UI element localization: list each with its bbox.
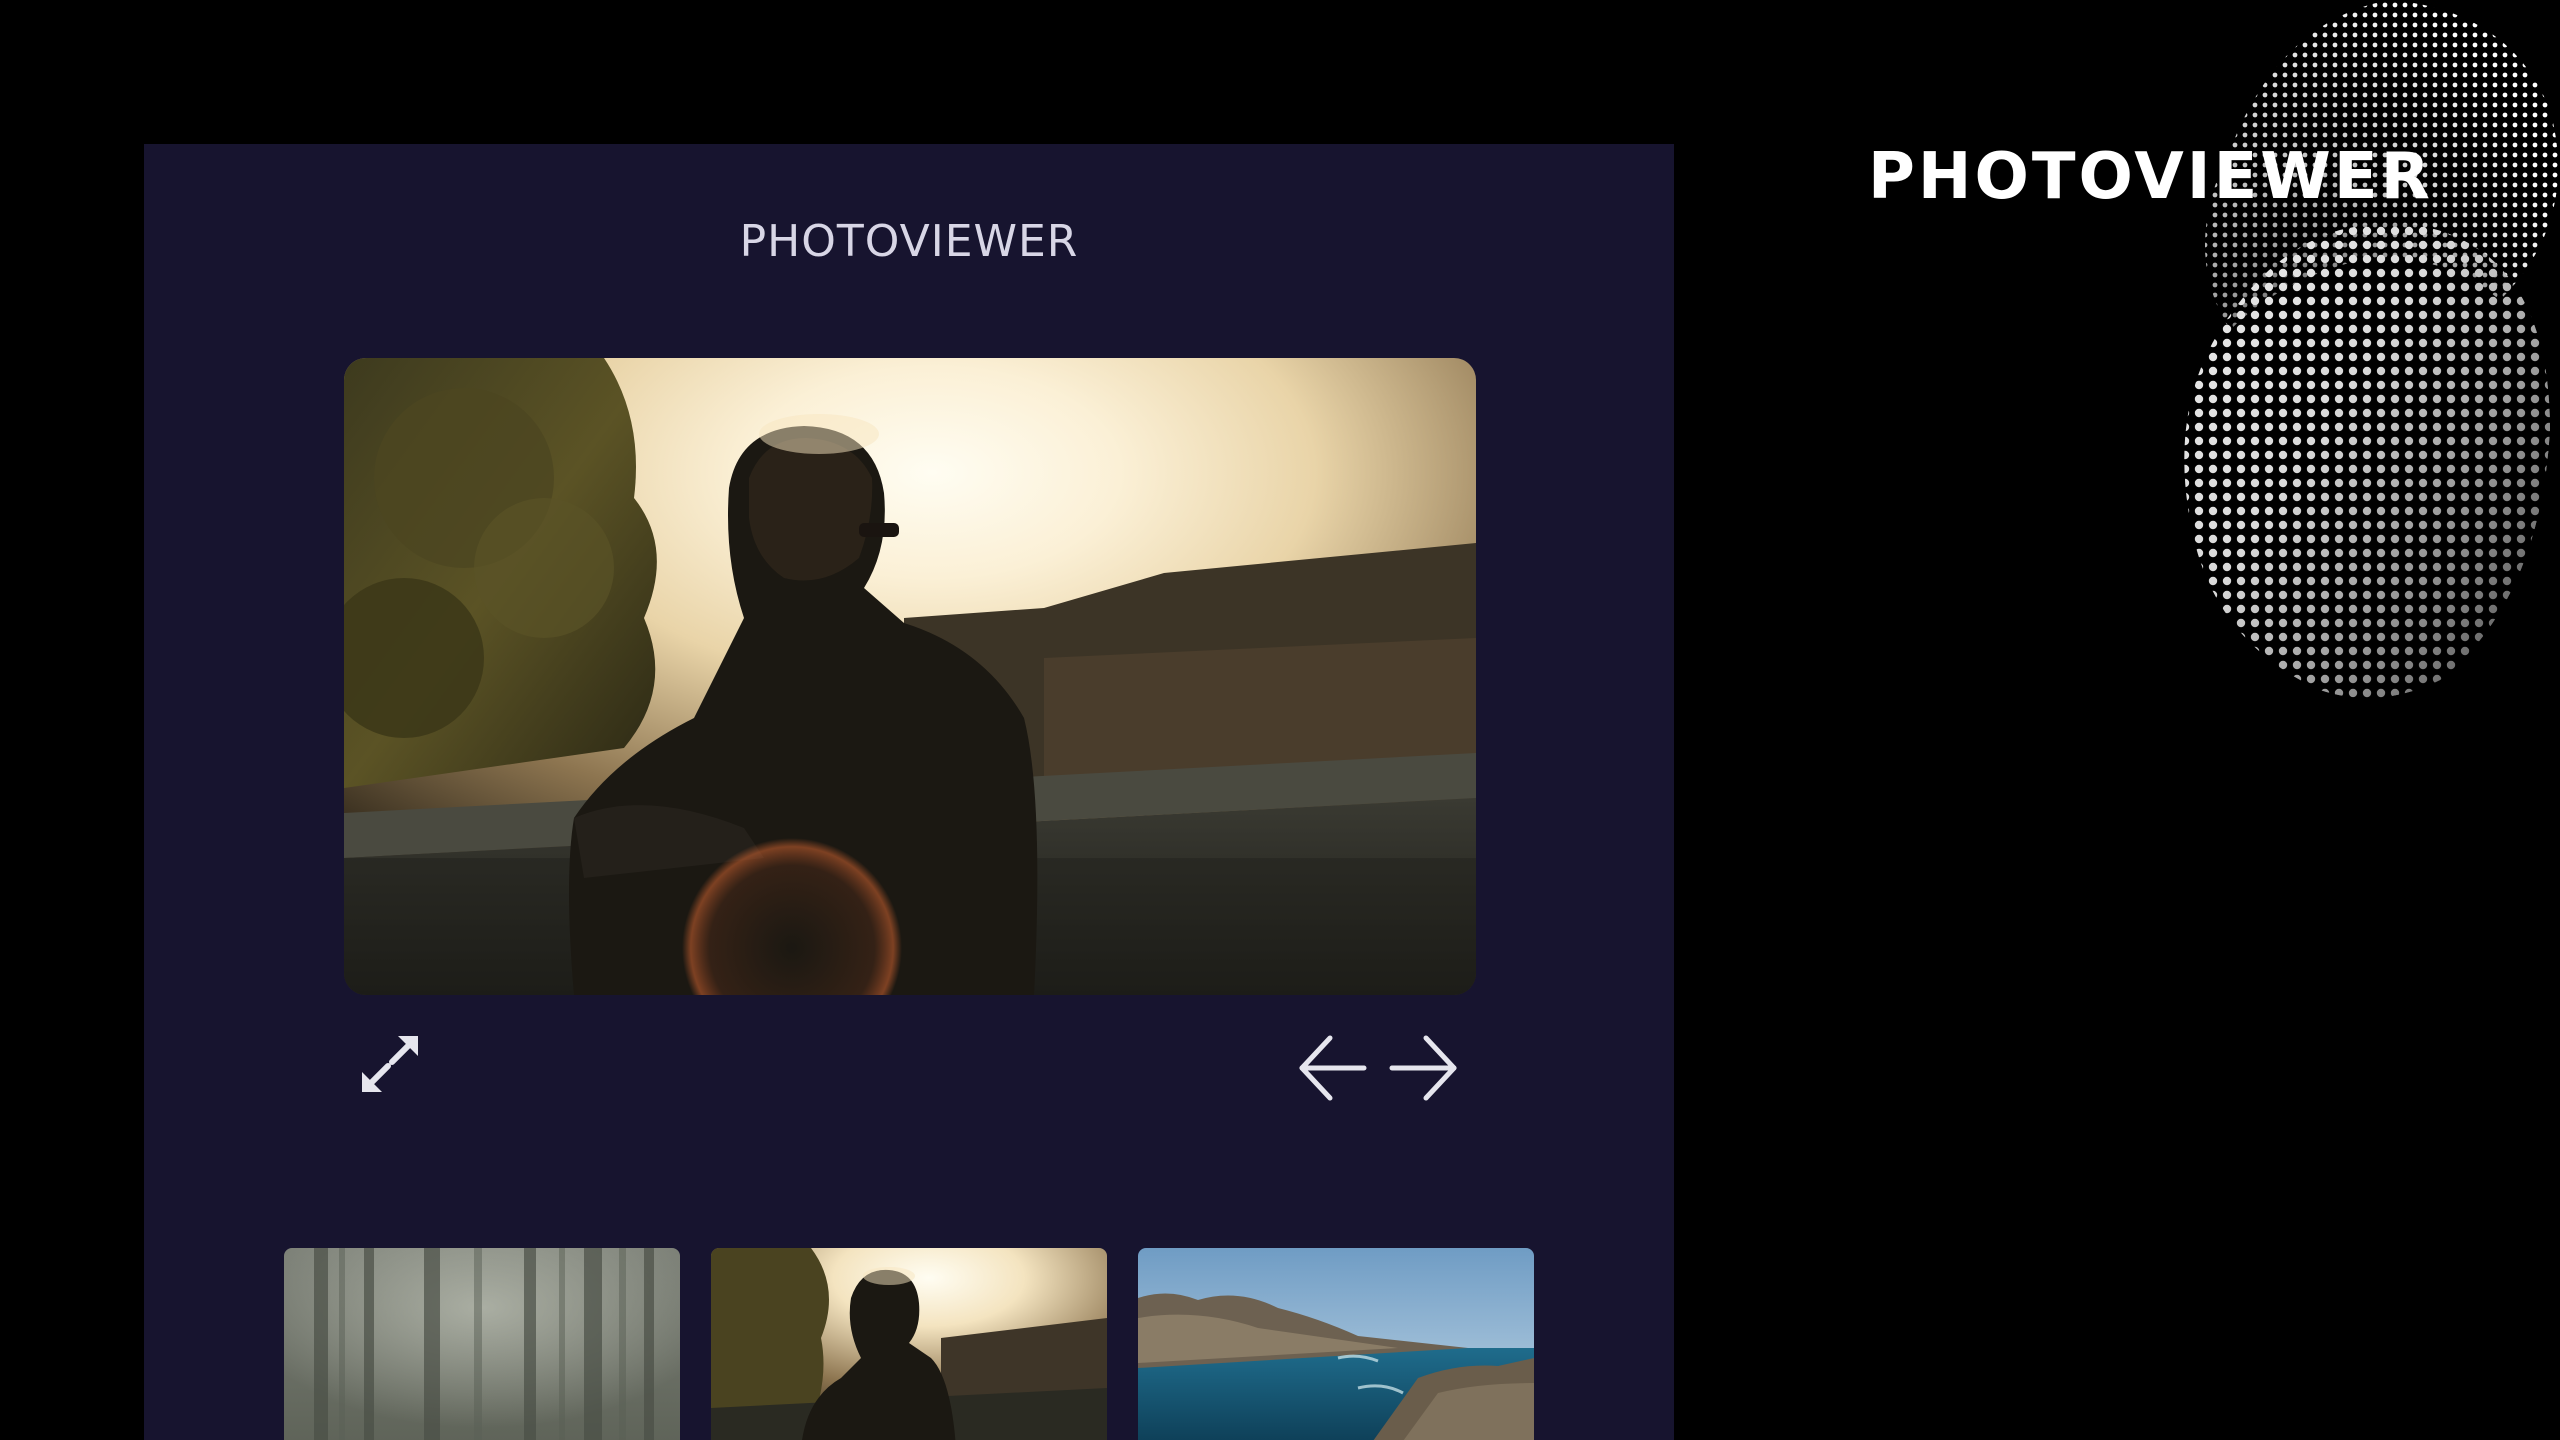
thumbnail-misty-forest[interactable] xyxy=(284,1248,680,1440)
arrow-right-icon xyxy=(1389,1035,1457,1101)
dotted-sphere-logo xyxy=(2184,0,2559,699)
thumbnail-rocky-coast[interactable] xyxy=(1138,1248,1534,1440)
thumbnail-image xyxy=(711,1248,1107,1440)
photo-viewer-panel: PHOTOVIEWER xyxy=(144,144,1674,1440)
main-photo[interactable] xyxy=(344,358,1476,995)
thumbnail-image xyxy=(1138,1248,1534,1440)
previous-button[interactable] xyxy=(1292,1028,1372,1108)
page: PHOTOVIEWER PHOTOVIEWER xyxy=(0,0,2560,1440)
main-photo-image xyxy=(344,358,1476,995)
arrow-left-icon xyxy=(1299,1035,1367,1101)
brand-title: PHOTOVIEWER xyxy=(1868,140,2433,214)
next-button[interactable] xyxy=(1384,1028,1464,1108)
expand-button[interactable] xyxy=(350,1024,430,1104)
expand-arrows-icon xyxy=(362,1036,418,1092)
viewer-title: PHOTOVIEWER xyxy=(739,216,1079,267)
thumbnail-image xyxy=(284,1248,680,1440)
thumbnail-man-on-balcony[interactable] xyxy=(711,1248,1107,1440)
